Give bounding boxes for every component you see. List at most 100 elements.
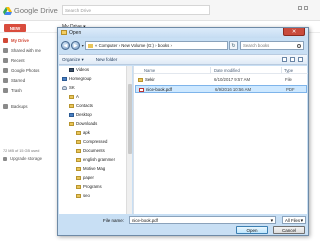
folder-icon [69, 103, 74, 108]
search-input[interactable]: Search books [240, 41, 304, 50]
pdf-icon [139, 87, 144, 92]
view-options [282, 57, 303, 62]
video-icon [69, 67, 74, 72]
star-icon [3, 78, 8, 83]
file-row-nice-book[interactable]: nice-book.pdf 6/9/2016 10:56 AM PDF [135, 85, 307, 93]
preview-pane-icon[interactable] [290, 57, 295, 62]
folder-icon [76, 184, 81, 189]
tree-item-sk[interactable]: SK [62, 85, 75, 90]
new-folder-button[interactable]: New folder [96, 57, 118, 62]
tree-item-downloads[interactable]: Downloads [69, 121, 97, 126]
sidebar-item-trash[interactable]: Trash [3, 88, 22, 93]
refresh-button[interactable]: ↻ [229, 41, 238, 50]
user-icon [62, 85, 67, 90]
drive-logo-icon [3, 6, 12, 15]
navigation-pane: Videos Homegroup SK A Contacts Desktop D… [59, 66, 132, 214]
apps-icon[interactable] [298, 6, 302, 10]
folder-icon [76, 175, 81, 180]
address-bar[interactable]: « Computer › New Volume (G:) › books › [85, 41, 228, 50]
storage-usage-text: 72 MB of 15 GB used [3, 149, 40, 153]
tree-item-paper[interactable]: paper [76, 175, 94, 180]
help-icon[interactable] [298, 57, 303, 62]
tree-item-documents[interactable]: Documents [76, 148, 105, 153]
drive-logo[interactable]: Google Drive [3, 6, 58, 15]
dialog-title-bar[interactable]: Open ✕ [58, 28, 308, 38]
sidebar-item-recent[interactable]: Recent [3, 58, 25, 63]
sidebar-item-starred[interactable]: Starred [3, 78, 25, 83]
column-header-type[interactable]: Type [284, 68, 293, 73]
drive-logo-text: Google Drive [14, 6, 58, 15]
sidebar-item-backups[interactable]: Backups [3, 104, 27, 109]
folder-icon [69, 94, 74, 99]
people-icon [3, 48, 8, 53]
refresh-icon: ↻ [231, 42, 236, 49]
tree-item-english-grammer[interactable]: english grammer [76, 157, 115, 162]
tree-item-compressed[interactable]: Compressed [76, 139, 107, 144]
column-header-name[interactable]: Name [144, 68, 155, 73]
search-icon [297, 43, 301, 48]
arrow-left-icon: ◀ [63, 42, 68, 49]
sidebar-item-photos[interactable]: Google Photos [3, 68, 39, 73]
photos-icon [3, 68, 8, 73]
new-button[interactable]: NEW [4, 24, 26, 32]
organize-menu[interactable]: Organize ▾ [62, 57, 84, 63]
back-button[interactable]: ◀ [61, 41, 70, 50]
navigation-scrollbar[interactable] [126, 66, 132, 214]
upgrade-storage-link[interactable]: Upgrade storage [3, 156, 42, 161]
tree-item-programs[interactable]: Programs [76, 184, 102, 189]
folder-icon [76, 166, 81, 171]
storage-icon [3, 156, 7, 161]
account-icon[interactable] [304, 6, 308, 10]
backup-icon [3, 104, 8, 109]
column-divider[interactable] [210, 67, 211, 73]
column-divider[interactable] [281, 67, 282, 73]
chevron-down-icon[interactable]: ▼ [270, 218, 274, 223]
tree-item-desktop[interactable]: Desktop [69, 112, 92, 117]
desktop-icon [69, 112, 74, 117]
folder-icon [138, 77, 143, 82]
tree-item-homegroup[interactable]: Homegroup [62, 76, 91, 81]
dialog-footer: File name: nice-book.pdf ▼ All Files ▼ O… [58, 215, 308, 235]
folder-icon [3, 38, 8, 43]
dialog-toolbar: Organize ▾ New folder [59, 54, 307, 65]
address-path: « Computer › New Volume (G:) › books › [95, 43, 172, 48]
tree-item-contacts[interactable]: Contacts [69, 103, 93, 108]
folder-icon [76, 139, 81, 144]
tree-item-seo[interactable]: seo [76, 193, 90, 198]
dialog-folder-icon [61, 30, 67, 35]
dialog-title: Open [69, 29, 82, 36]
sidebar-item-my-drive[interactable]: My Drive [3, 38, 29, 43]
address-row: ◀ ▶ ▼ « Computer › New Volume (G:) › boo… [60, 40, 306, 52]
file-type-select[interactable]: All Files ▼ [282, 216, 306, 224]
folder-icon [76, 193, 81, 198]
folder-icon [76, 130, 81, 135]
folder-icon [76, 148, 81, 153]
close-button[interactable]: ✕ [283, 28, 305, 36]
sidebar-item-shared[interactable]: Shared with me [3, 48, 41, 53]
folder-icon [76, 157, 81, 162]
drive-header: Google Drive Search Drive [0, 0, 320, 21]
cancel-button[interactable]: Cancel [273, 226, 305, 234]
clock-icon [3, 58, 8, 63]
recent-locations-dropdown[interactable]: ▼ [81, 44, 84, 48]
forward-button[interactable]: ▶ [71, 41, 80, 50]
scrollbar-thumb[interactable] [128, 84, 132, 154]
drive-header-actions [298, 6, 308, 10]
tree-item-a[interactable]: A [69, 94, 79, 99]
open-button[interactable]: Open [236, 226, 268, 234]
filename-label: File name: [103, 218, 125, 223]
column-header-date[interactable]: Date modified [214, 68, 240, 73]
trash-icon [3, 88, 8, 93]
tree-item-motive-mag[interactable]: Motive Mag [76, 166, 105, 171]
downloads-folder-icon [69, 121, 74, 126]
tree-item-videos[interactable]: Videos [69, 67, 89, 72]
file-row-sekir[interactable]: Sekir 6/10/2017 9:57 AM File [135, 76, 307, 84]
tree-item-apk[interactable]: apk [76, 130, 90, 135]
file-list-pane: Name Date modified Type Sekir 6/10/2017 … [133, 66, 308, 214]
drive-search-input[interactable]: Search Drive [62, 5, 210, 15]
view-mode-icon[interactable] [282, 57, 287, 62]
folder-icon [88, 43, 93, 48]
homegroup-icon [62, 76, 67, 81]
open-dialog: Open ✕ ◀ ▶ ▼ « Computer › New Volume (G:… [57, 27, 309, 236]
filename-input[interactable]: nice-book.pdf ▼ [129, 216, 276, 224]
